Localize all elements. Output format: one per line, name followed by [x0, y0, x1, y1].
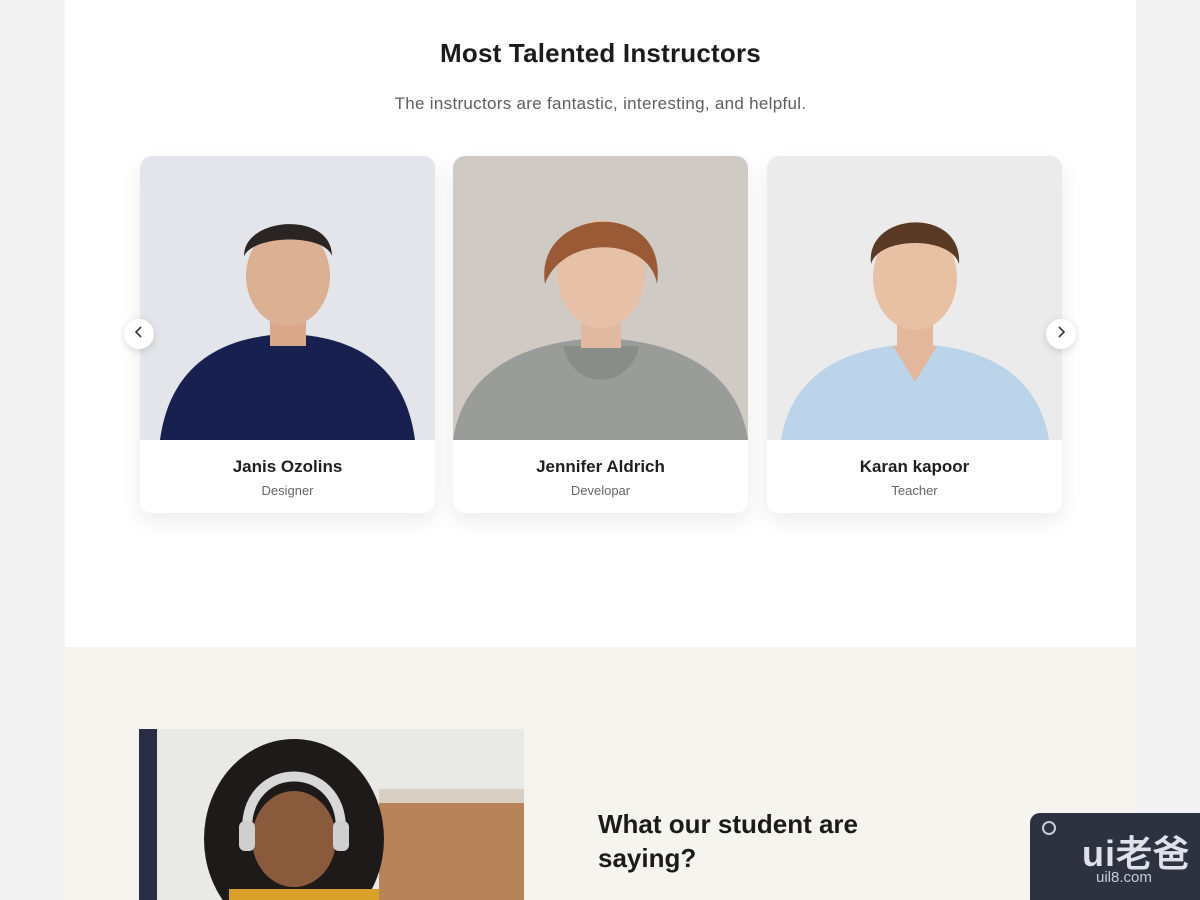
watermark-url: uil8.com [1096, 869, 1152, 886]
student-photo [139, 729, 524, 900]
instructor-photo [140, 156, 435, 440]
instructor-role: Designer [261, 483, 314, 498]
carousel-prev-button[interactable] [124, 319, 154, 349]
watermark-dot-icon [1042, 821, 1056, 835]
instructor-role: Teacher [891, 483, 938, 498]
chevron-left-icon [133, 325, 145, 343]
testimonials-title-line-2: saying? [598, 843, 697, 873]
instructor-role: Developar [570, 483, 631, 498]
instructor-photo [767, 156, 1062, 440]
instructor-card[interactable]: Janis Ozolins Designer [140, 156, 435, 513]
instructor-card[interactable]: Jennifer Aldrich Developar [453, 156, 748, 513]
watermark-badge: ui老爸 uil8.com [1030, 813, 1200, 900]
instructors-section: Most Talented Instructors The instructor… [65, 0, 1136, 647]
page: Most Talented Instructors The instructor… [65, 0, 1136, 900]
testimonials-title: What our student are saying? [598, 807, 918, 875]
section-title: Most Talented Instructors [440, 38, 761, 68]
testimonial-text-preview [598, 893, 1028, 899]
section-subtitle: The instructors are fantastic, interesti… [394, 94, 807, 113]
chevron-right-icon [1055, 325, 1067, 343]
instructor-card[interactable]: Karan kapoor Teacher [767, 156, 1062, 513]
carousel-next-button[interactable] [1046, 319, 1076, 349]
instructor-name: Jennifer Aldrich [536, 457, 665, 476]
instructor-name: Janis Ozolins [232, 457, 343, 476]
instructor-photo [453, 156, 748, 440]
instructor-name: Karan kapoor [859, 457, 970, 476]
testimonials-title-line-1: What our student are [598, 809, 859, 839]
testimonials-section: What our student are saying? [65, 647, 1136, 900]
